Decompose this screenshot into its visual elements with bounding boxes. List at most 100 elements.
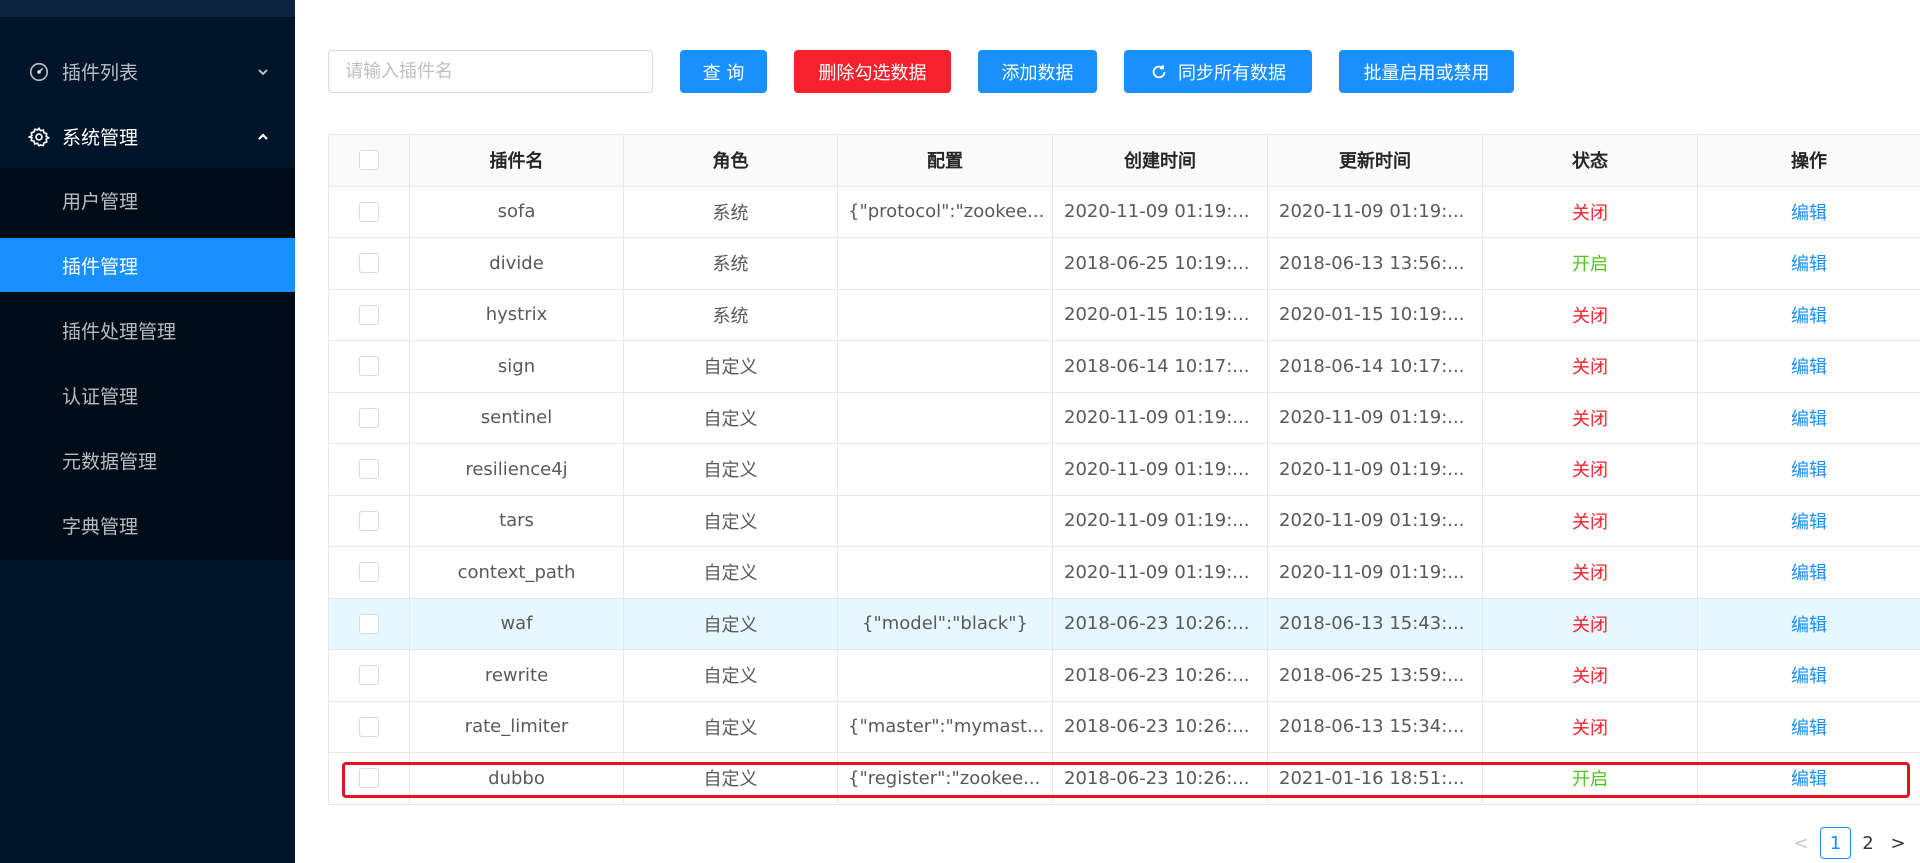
edit-link[interactable]: 编辑: [1791, 662, 1827, 688]
submenu-dictionary-management[interactable]: 字典管理: [0, 498, 295, 552]
table-row: tars 自定义 2020-11-09 01:19:... 2020-11-09…: [328, 495, 1920, 547]
created-time: 2020-01-15 10:19:...: [1064, 304, 1250, 326]
submenu-plugin-handle-management[interactable]: 插件处理管理: [0, 303, 295, 357]
updated-time: 2018-06-25 13:59:...: [1279, 664, 1465, 686]
plugin-name: rate_limiter: [464, 716, 569, 738]
chevron-up-icon: [258, 132, 268, 140]
row-checkbox[interactable]: [359, 253, 379, 274]
edit-link[interactable]: 编辑: [1791, 559, 1827, 585]
row-checkbox[interactable]: [359, 459, 379, 480]
submenu-user-management[interactable]: 用户管理: [0, 173, 295, 227]
pagination-prev-button[interactable]: <: [1791, 827, 1811, 859]
batch-toggle-button[interactable]: 批量启用或禁用: [1339, 50, 1514, 93]
select-all-checkbox[interactable]: [359, 150, 379, 171]
created-time: 2020-11-09 01:19:...: [1064, 510, 1250, 532]
plugin-role: 系统: [712, 254, 749, 276]
row-checkbox[interactable]: [359, 407, 379, 428]
status-badge: 关闭: [1572, 511, 1608, 533]
created-time: 2020-11-09 01:19:...: [1064, 201, 1250, 223]
status-badge: 关闭: [1572, 202, 1608, 224]
header-select-all: [328, 135, 410, 186]
edit-link[interactable]: 编辑: [1791, 353, 1827, 379]
system-submenu: 用户管理 插件管理 插件处理管理 认证管理 元数据管理 字典管理: [0, 168, 295, 560]
sync-all-button[interactable]: 同步所有数据: [1124, 50, 1312, 93]
plugin-role: 自定义: [703, 614, 758, 636]
submenu-metadata-management[interactable]: 元数据管理: [0, 433, 295, 487]
plugin-config: {"register":"zookee...: [848, 767, 1041, 789]
status-badge: 关闭: [1572, 563, 1608, 585]
column-header: 操作: [1791, 151, 1827, 173]
submenu-auth-management[interactable]: 认证管理: [0, 368, 295, 422]
row-checkbox[interactable]: [359, 716, 379, 737]
plugin-name: tars: [499, 510, 534, 532]
row-checkbox[interactable]: [359, 768, 379, 789]
row-checkbox[interactable]: [359, 613, 379, 634]
status-badge: 开启: [1572, 254, 1608, 276]
sidebar: 插件列表 系统管理 用户管理 插件管理 插件处理管理 认证管理 元数据管理 字典…: [0, 0, 295, 863]
row-select-cell: [328, 444, 410, 495]
edit-link[interactable]: 编辑: [1791, 199, 1827, 225]
created-time: 2018-06-23 10:26:...: [1064, 664, 1250, 686]
row-checkbox[interactable]: [359, 562, 379, 583]
plugin-role: 自定义: [703, 769, 758, 791]
created-time: 2018-06-14 10:17:...: [1064, 355, 1250, 377]
row-select-cell: [328, 289, 410, 340]
edit-link[interactable]: 编辑: [1791, 405, 1827, 431]
plugin-name: dubbo: [488, 767, 545, 789]
plugin-role: 系统: [712, 305, 749, 327]
row-checkbox[interactable]: [359, 510, 379, 531]
plugin-config: {"model":"black"}: [862, 613, 1028, 635]
table-row: divide 系统 2018-06-25 10:19:... 2018-06-1…: [328, 238, 1920, 290]
row-select-cell: [328, 392, 410, 443]
sync-all-label: 同步所有数据: [1178, 62, 1286, 84]
row-checkbox[interactable]: [359, 665, 379, 686]
updated-time: 2020-11-09 01:19:...: [1279, 407, 1465, 429]
table-row: resilience4j 自定义 2020-11-09 01:19:... 20…: [328, 444, 1920, 496]
created-time: 2018-06-23 10:26:...: [1064, 613, 1250, 635]
plugin-name: sentinel: [480, 407, 553, 429]
row-select-cell: [328, 598, 410, 649]
status-badge: 关闭: [1572, 460, 1608, 482]
edit-link[interactable]: 编辑: [1791, 456, 1827, 482]
dashboard-icon: [29, 62, 49, 81]
plugin-name-search-input[interactable]: [328, 50, 653, 93]
status-badge: 关闭: [1572, 717, 1608, 739]
row-checkbox[interactable]: [359, 304, 379, 325]
row-checkbox[interactable]: [359, 356, 379, 377]
submenu-plugin-management[interactable]: 插件管理: [0, 238, 295, 292]
edit-link[interactable]: 编辑: [1791, 765, 1827, 791]
row-select-cell: [328, 495, 410, 546]
pagination-page-2[interactable]: 2: [1858, 827, 1878, 859]
refresh-icon: [1152, 64, 1166, 78]
edit-link[interactable]: 编辑: [1791, 302, 1827, 328]
edit-link[interactable]: 编辑: [1791, 611, 1827, 637]
delete-selected-button[interactable]: 删除勾选数据: [794, 50, 951, 93]
row-select-cell: [328, 186, 410, 237]
row-select-cell: [328, 650, 410, 701]
status-badge: 关闭: [1572, 357, 1608, 379]
row-select-cell: [328, 341, 410, 392]
status-badge: 开启: [1572, 769, 1608, 791]
column-header: 创建时间: [1053, 135, 1268, 186]
row-checkbox[interactable]: [359, 201, 379, 222]
edit-link[interactable]: 编辑: [1791, 714, 1827, 740]
menu-plugin-list[interactable]: 插件列表: [0, 39, 295, 104]
created-time: 2020-11-09 01:19:...: [1064, 407, 1250, 429]
submenu-label: 插件处理管理: [62, 320, 177, 343]
edit-link[interactable]: 编辑: [1791, 250, 1827, 276]
row-select-cell: [328, 547, 410, 598]
table-row: dubbo 自定义 {"register":"zookee... 2018-06…: [328, 753, 1920, 805]
add-data-button[interactable]: 添加数据: [978, 50, 1097, 93]
column-header: 更新时间: [1268, 135, 1483, 186]
edit-link[interactable]: 编辑: [1791, 508, 1827, 534]
plugin-name: rewrite: [484, 664, 549, 686]
menu-system-management[interactable]: 系统管理: [0, 104, 295, 169]
pagination-page-1[interactable]: 1: [1820, 827, 1851, 859]
plugin-config: {"protocol":"zookee...: [848, 201, 1045, 223]
pagination-next-button[interactable]: >: [1888, 827, 1908, 859]
table-row: sign 自定义 2018-06-14 10:17:... 2018-06-14…: [328, 341, 1920, 393]
submenu-label: 用户管理: [62, 190, 139, 213]
plugin-name: resilience4j: [465, 458, 568, 480]
query-button[interactable]: 查 询: [680, 50, 767, 93]
created-time: 2018-06-25 10:19:...: [1064, 252, 1250, 274]
